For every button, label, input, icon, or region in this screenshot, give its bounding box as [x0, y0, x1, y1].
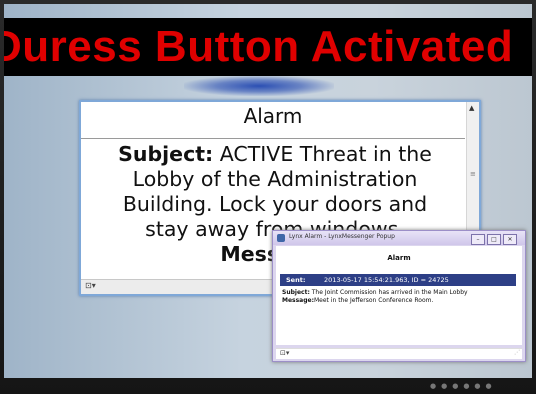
title-divider	[81, 138, 465, 139]
close-icon[interactable]: ✕	[503, 234, 517, 245]
popup-titlebar[interactable]: Lynx Alarm - LynxMessenger Popup – □ ✕	[273, 231, 525, 245]
popup-message-label: Message:	[282, 297, 314, 304]
duress-banner: Duress Button Activated	[4, 18, 532, 76]
popup-title: Alarm	[387, 254, 411, 262]
popup-subject-row: Subject: The Joint Commission has arrive…	[282, 289, 518, 297]
popup-subject-text: The Joint Commission has arrived in the …	[311, 289, 468, 296]
background-logo	[184, 76, 334, 96]
subject-label: Subject:	[118, 142, 214, 166]
subject-text-3: Building. Lock your doors and	[122, 192, 428, 216]
popup-message-block: Subject: The Joint Commission has arrive…	[282, 289, 518, 305]
display-screen: Duress Button Activated Alarm Subject: A…	[4, 4, 532, 378]
minimize-icon[interactable]: –	[471, 234, 485, 245]
banner-text: Duress Button Activated	[4, 22, 514, 71]
resize-grip-icon[interactable]: ⋰	[514, 349, 520, 356]
scroll-up-icon[interactable]: ▲	[469, 104, 474, 112]
subject-line-1: Subject: ACTIVE Threat in the	[89, 142, 461, 167]
scroll-grip-icon[interactable]: ≡	[470, 170, 476, 178]
app-icon	[277, 234, 285, 242]
popup-status-icon[interactable]: ⊡▾	[280, 349, 289, 357]
alarm-title: Alarm	[243, 104, 303, 128]
sent-value: 2013-05-17 15:54:21.963, ID = 24725	[324, 276, 449, 284]
popup-message-text: Meet in the Jefferson Conference Room.	[314, 297, 434, 304]
popup-message-row: Message:Meet in the Jefferson Conference…	[282, 297, 518, 305]
subject-text-2: Lobby of the Administration	[132, 167, 418, 191]
popup-content: Alarm Sent: 2013-05-17 15:54:21.963, ID …	[276, 246, 522, 345]
popup-window-title: Lynx Alarm - LynxMessenger Popup	[289, 233, 395, 240]
messenger-popup[interactable]: Lynx Alarm - LynxMessenger Popup – □ ✕ A…	[272, 230, 526, 362]
sent-bar: Sent: 2013-05-17 15:54:21.963, ID = 2472…	[280, 274, 516, 286]
maximize-icon[interactable]: □	[487, 234, 501, 245]
popup-statusbar: ⊡▾ ⋰	[276, 348, 522, 359]
status-icon[interactable]: ⊡▾	[85, 281, 96, 290]
monitor-buttons[interactable]: ●●●●●●	[430, 382, 497, 390]
subject-text-1: ACTIVE Threat in the	[219, 142, 432, 166]
popup-subject-label: Subject:	[282, 289, 310, 296]
sent-label: Sent:	[286, 276, 306, 284]
